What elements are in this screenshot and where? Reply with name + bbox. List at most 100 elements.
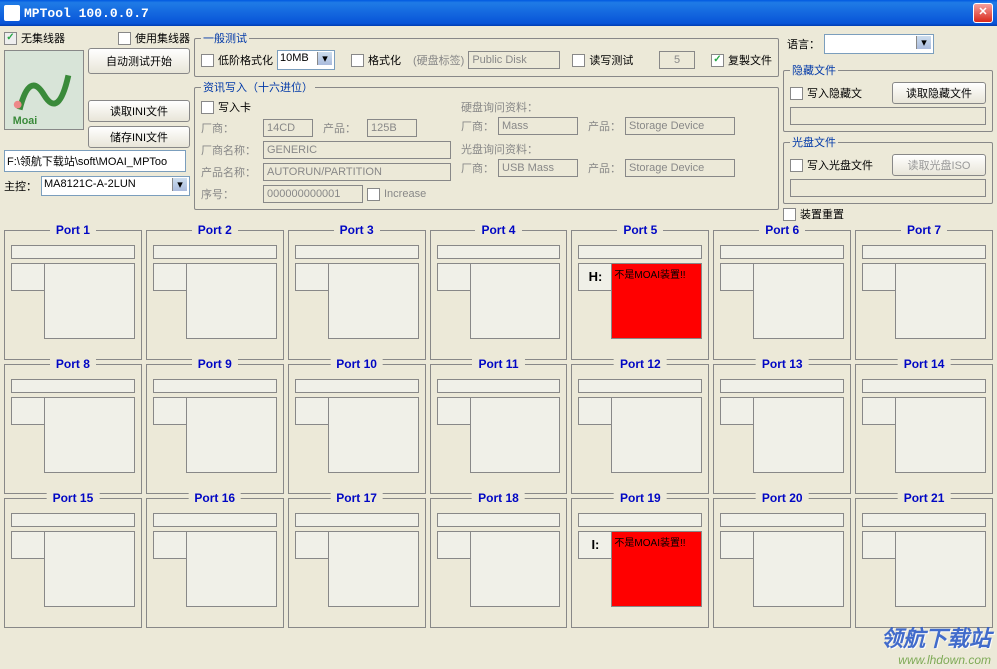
port-progress (578, 513, 702, 527)
port-4: Port 4 (430, 230, 568, 360)
port-drive (437, 397, 471, 425)
count-input[interactable] (659, 51, 695, 69)
port-3: Port 3 (288, 230, 426, 360)
port-drive (11, 397, 45, 425)
port-progress (295, 245, 419, 259)
language-select[interactable] (824, 34, 934, 54)
read-ini-button[interactable]: 读取INI文件 (88, 100, 190, 122)
port-status (470, 397, 561, 473)
cd-product-label: 产品： (588, 160, 621, 176)
port-grid: Port 1Port 2Port 3Port 4Port 5H:不是MOAI装置… (4, 230, 993, 628)
port-progress (862, 513, 986, 527)
hdd-vendor-input[interactable] (498, 117, 578, 135)
port-progress (295, 513, 419, 527)
write-cd-checkbox[interactable] (790, 159, 803, 172)
increase-checkbox[interactable] (367, 188, 380, 201)
hex-info-legend: 资讯写入（十六进位） (201, 79, 315, 95)
vendor-input[interactable] (263, 119, 313, 137)
save-ini-button[interactable]: 储存INI文件 (88, 126, 190, 148)
port-status: 不是MOAI装置!! (611, 531, 702, 607)
port-title: Port 20 (756, 491, 809, 505)
port-progress (11, 379, 135, 393)
port-title: Port 10 (330, 357, 383, 371)
write-hidden-checkbox[interactable] (790, 87, 803, 100)
master-select[interactable]: MA8121C-A-2LUN (41, 176, 190, 196)
path-display: F:\领航下载站\soft\MOAI_MPToo (4, 150, 186, 172)
port-status (186, 531, 277, 607)
port-drive (862, 531, 896, 559)
port-drive (720, 531, 754, 559)
port-11: Port 11 (430, 364, 568, 494)
language-label: 语言： (787, 36, 820, 52)
hidden-path-input[interactable] (790, 107, 986, 125)
port-status (753, 531, 844, 607)
port-19: Port 19I:不是MOAI装置!! (571, 498, 709, 628)
port-status (895, 263, 986, 339)
copy-files-checkbox[interactable] (711, 54, 724, 67)
port-progress (295, 379, 419, 393)
low-format-checkbox[interactable] (201, 54, 214, 67)
disk-label-input[interactable] (468, 51, 560, 69)
cd-vendor-input[interactable] (498, 159, 578, 177)
port-progress (153, 379, 277, 393)
port-10: Port 10 (288, 364, 426, 494)
port-drive (11, 531, 45, 559)
port-drive (862, 263, 896, 291)
port-drive (437, 263, 471, 291)
port-progress (11, 513, 135, 527)
use-hub-label: 使用集线器 (135, 30, 190, 46)
cd-files-group: 光盘文件 写入光盘文件 读取光盘ISO (783, 134, 993, 204)
port-15: Port 15 (4, 498, 142, 628)
port-progress (720, 245, 844, 259)
hdd-product-input[interactable] (625, 117, 735, 135)
general-test-group: 一般测试 低阶格式化 10MB 格式化 (硬盘标签) 读写测试 (194, 30, 779, 77)
close-button[interactable]: ✕ (973, 3, 993, 23)
product-input[interactable] (367, 119, 417, 137)
rw-test-checkbox[interactable] (572, 54, 585, 67)
port-title: Port 11 (472, 357, 524, 371)
port-progress (862, 379, 986, 393)
device-reset-checkbox[interactable] (783, 208, 796, 221)
port-title: Port 13 (756, 357, 809, 371)
port-title: Port 6 (759, 223, 805, 237)
port-drive (295, 531, 329, 559)
port-progress (153, 245, 277, 259)
cd-inquiry-label: 光盘询问资料： (461, 141, 772, 157)
port-5: Port 5H:不是MOAI装置!! (571, 230, 709, 360)
hidden-files-group: 隐藏文件 写入隐藏文 读取隐藏文件 (783, 62, 993, 132)
port-title: Port 21 (898, 491, 951, 505)
serial-input[interactable] (263, 185, 363, 203)
port-13: Port 13 (713, 364, 851, 494)
use-hub-checkbox[interactable] (118, 32, 131, 45)
port-status (328, 397, 419, 473)
disk-label-text: (硬盘标签) (413, 52, 464, 68)
port-status (895, 397, 986, 473)
title-text: MPTool 100.0.0.7 (24, 6, 973, 21)
product-name-input[interactable] (263, 163, 451, 181)
port-status (186, 263, 277, 339)
cd-path-input[interactable] (790, 179, 986, 197)
port-title: Port 2 (192, 223, 238, 237)
read-hidden-button[interactable]: 读取隐藏文件 (892, 82, 986, 104)
port-progress (437, 513, 561, 527)
size-select[interactable]: 10MB (277, 50, 335, 70)
write-card-checkbox[interactable] (201, 101, 214, 114)
port-2: Port 2 (146, 230, 284, 360)
port-status (753, 397, 844, 473)
port-21: Port 21 (855, 498, 993, 628)
port-progress (437, 379, 561, 393)
port-title: Port 12 (614, 357, 667, 371)
increase-label: Increase (384, 188, 426, 200)
port-status (470, 531, 561, 607)
format-checkbox[interactable] (351, 54, 364, 67)
logo-image: Moai (4, 50, 84, 130)
auto-test-button[interactable]: 自动测试开始 (88, 48, 190, 74)
vendor-name-input[interactable] (263, 141, 451, 159)
serial-label: 序号： (201, 186, 259, 202)
port-status (44, 263, 135, 339)
general-test-legend: 一般测试 (201, 30, 249, 46)
port-17: Port 17 (288, 498, 426, 628)
cd-product-input[interactable] (625, 159, 735, 177)
hdd-vendor-label: 厂商： (461, 118, 494, 134)
read-iso-button[interactable]: 读取光盘ISO (892, 154, 986, 176)
